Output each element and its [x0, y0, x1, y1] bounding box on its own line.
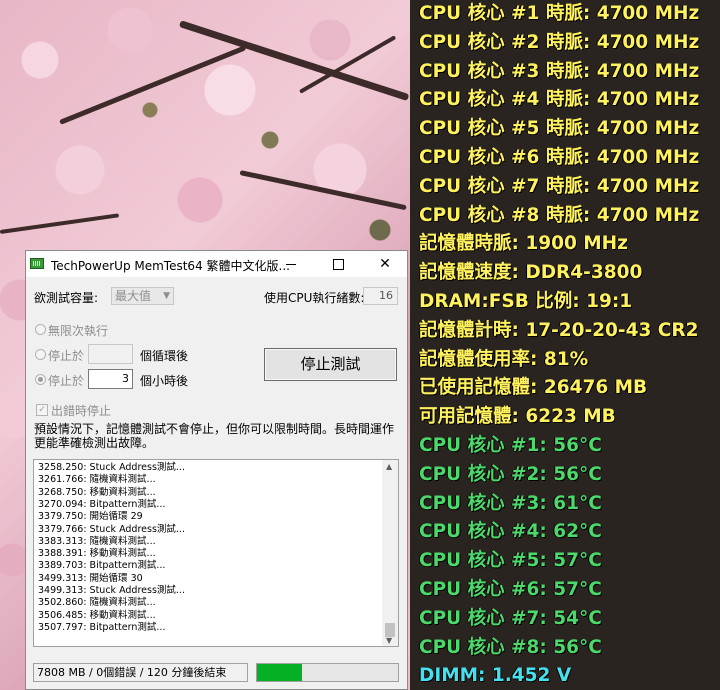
log-line: 3261.766: 隨機資料測試...: [38, 474, 156, 486]
log-line: 3389.703: Bitpattern測試...: [38, 560, 166, 572]
osd-line: CPU 核心 #8 時脈: 4700 MHz: [419, 204, 700, 226]
minimize-button[interactable]: [268, 251, 314, 277]
osd-line: CPU 核心 #5 時脈: 4700 MHz: [419, 118, 700, 140]
title-bar[interactable]: TechPowerUp MemTest64 繁體中文化版... ✕: [26, 251, 407, 277]
osd-line: CPU 核心 #3: 61°C: [419, 492, 602, 514]
osd-line: CPU 核心 #1: 56°C: [419, 435, 602, 456]
osd-line: CPU 核心 #4: 62°C: [419, 521, 602, 543]
osd-line: DIMM: 1.452 V: [419, 665, 572, 687]
osd-line: CPU 核心 #1 時脈: 4700 MHz: [419, 3, 700, 24]
stop-on-error-label: 出錯時停止: [51, 404, 112, 418]
close-icon: ✕: [379, 256, 391, 272]
osd-line: CPU 核心 #3 時脈: 4700 MHz: [419, 60, 700, 82]
log-line: 3379.750: 開始循環 29: [38, 511, 143, 523]
osd-line: CPU 核心 #2: 56°C: [419, 463, 602, 485]
scroll-up-icon[interactable]: ▲: [386, 462, 392, 471]
osd-line: 已使用記憶體: 26476 MB: [419, 377, 648, 399]
hardware-monitor-osd: CPU 核心 #1 時脈: 4700 MHz CPU 核心 #2 時脈: 4700…: [410, 0, 720, 690]
osd-line: 記憶體計時: 17-20-20-43 CR2: [419, 319, 699, 341]
window-title: TechPowerUp MemTest64 繁體中文化版...: [51, 259, 290, 273]
osd-line: CPU 核心 #6 時脈: 4700 MHz: [419, 147, 700, 168]
stop-on-error-checkbox[interactable]: ✓: [36, 404, 48, 416]
osd-line: CPU 核心 #4 時脈: 4700 MHz: [419, 89, 700, 111]
close-button[interactable]: ✕: [362, 251, 408, 277]
loops-unit-label: 個循環後: [140, 349, 189, 363]
threads-label: 使用CPU執行緒數:: [264, 291, 365, 305]
log-line: 3268.750: 移動資料測試...: [38, 486, 156, 498]
memory-chip-icon: [30, 258, 44, 269]
chevron-down-icon: ▼: [163, 291, 170, 301]
osd-line: 記憶體時脈: 1900 MHz: [419, 233, 628, 255]
osd-line: CPU 核心 #5: 57°C: [419, 550, 602, 572]
tree-branch: [0, 213, 120, 234]
maximize-button[interactable]: [315, 251, 361, 277]
hours-input[interactable]: 3: [88, 369, 133, 389]
log-line: 3506.485: 移動資料測試...: [38, 609, 156, 621]
log-line: 3499.313: Stuck Address測試...: [38, 585, 185, 596]
test-log[interactable]: ▲ ▼ 3258.250: Stuck Address測試... 3261.766…: [33, 459, 399, 647]
maximize-icon: [333, 259, 344, 270]
test-size-label: 欲測試容量:: [34, 291, 99, 305]
log-line: 3383.313: 隨機資料測試...: [38, 535, 156, 547]
osd-line: CPU 核心 #7 時脈: 4700 MHz: [419, 175, 700, 197]
log-line: 3270.094: Bitpattern測試...: [38, 498, 166, 510]
test-size-value: 最大值: [115, 289, 152, 303]
osd-line: 記憶體使用率: 81%: [419, 348, 589, 370]
scroll-down-icon[interactable]: ▼: [386, 636, 392, 645]
progress-bar: [256, 663, 399, 682]
threads-field[interactable]: 16: [363, 287, 398, 305]
log-line: 3388.391: 移動資料測試...: [38, 548, 156, 560]
radio-stop-after-hours[interactable]: [35, 374, 46, 385]
log-line: 3507.797: Bitpattern測試...: [38, 621, 166, 633]
osd-line: 可用記憶體: 6223 MB: [419, 406, 616, 428]
radio-stop-after-loops-label: 停止於: [48, 349, 85, 363]
hours-unit-label: 個小時後: [140, 374, 189, 388]
test-size-dropdown[interactable]: 最大值 ▼: [111, 287, 174, 305]
radio-stop-after-hours-label: 停止於: [48, 374, 85, 388]
stop-test-button[interactable]: 停止測試: [264, 348, 397, 381]
radio-stop-after-loops[interactable]: [35, 349, 46, 360]
scrollbar-thumb[interactable]: [385, 623, 395, 637]
osd-line: CPU 核心 #6: 57°C: [419, 579, 602, 600]
tree-branch: [59, 45, 247, 125]
memtest64-window: TechPowerUp MemTest64 繁體中文化版... ✕ 欲測試容量:…: [25, 250, 408, 690]
radio-infinite[interactable]: [35, 324, 46, 335]
info-text: 預設情況下，記憶體測試不會停止，但你可以限制時間。長時間運作更能準確檢測出故障。: [34, 422, 395, 450]
tree-branch: [239, 170, 407, 211]
log-line: 3258.250: Stuck Address測試...: [38, 462, 185, 473]
radio-infinite-label: 無限次執行: [48, 324, 109, 338]
osd-line: CPU 核心 #7: 54°C: [419, 607, 602, 629]
osd-line: CPU 核心 #8: 56°C: [419, 636, 602, 658]
log-line: 3499.313: 開始循環 30: [38, 572, 143, 584]
log-line: 3379.766: Stuck Address測試...: [38, 523, 185, 535]
osd-line: CPU 核心 #2 時脈: 4700 MHz: [419, 31, 700, 53]
progress-fill: [257, 664, 303, 681]
loops-input[interactable]: [88, 344, 133, 364]
osd-line: DRAM:FSB 比例: 19:1: [419, 291, 633, 312]
log-line: 3502.860: 隨機資料測試...: [38, 597, 156, 609]
minimize-icon: [286, 264, 296, 265]
status-text: 7808 MB / 0個錯誤 / 120 分鐘後結束: [33, 663, 248, 682]
osd-line: 記憶體速度: DDR4-3800: [419, 262, 643, 284]
log-scrollbar[interactable]: ▲ ▼: [382, 460, 398, 646]
